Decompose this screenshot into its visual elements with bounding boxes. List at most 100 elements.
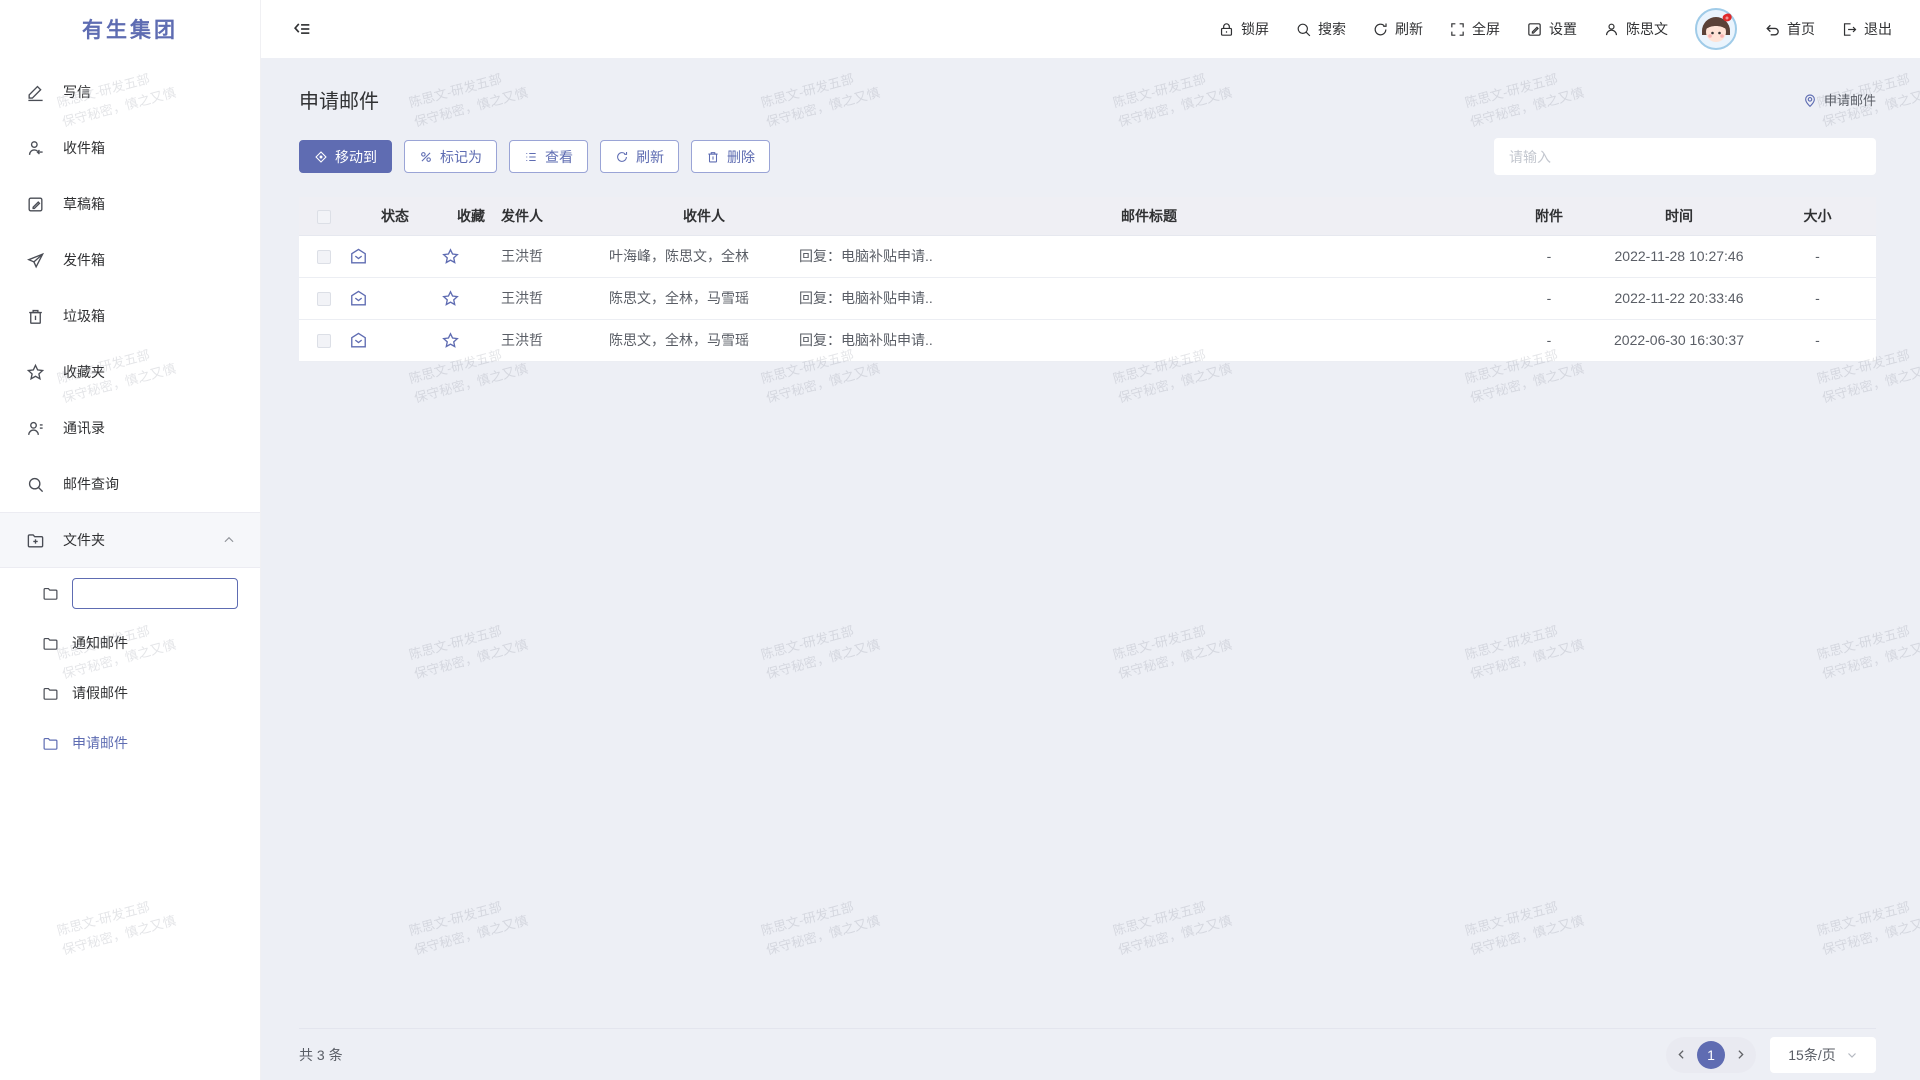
search-icon	[1295, 21, 1312, 38]
cell-sender: 王洪哲	[501, 235, 609, 277]
star-icon[interactable]	[441, 247, 460, 266]
location-pin-icon	[1802, 92, 1818, 108]
page-size-select[interactable]: 15条/页	[1770, 1037, 1876, 1073]
global-search-button[interactable]: 搜索	[1295, 19, 1346, 39]
location-breadcrumb[interactable]: 申请邮件	[1802, 90, 1876, 109]
contacts-icon	[26, 419, 45, 438]
page-number[interactable]: 1	[1697, 1041, 1725, 1069]
settings-label: 设置	[1549, 19, 1577, 39]
delete-button[interactable]: 删除	[691, 140, 770, 173]
star-icon[interactable]	[441, 289, 460, 308]
sidebar-item-contacts[interactable]: 通讯录	[0, 400, 260, 456]
table-row[interactable]: 王洪哲 陈思文，全林，马雪瑶 回复：电脑补贴申请.. - 2022-11-22 …	[299, 277, 1876, 319]
sidebar-item-sent[interactable]: 发件箱	[0, 232, 260, 288]
chevron-up-icon[interactable]	[222, 533, 236, 547]
sidebar-item-drafts[interactable]: 草稿箱	[0, 176, 260, 232]
mail-read-icon	[349, 289, 368, 308]
sidebar-item-trash[interactable]: 垃圾箱	[0, 288, 260, 344]
trash-icon	[706, 150, 720, 164]
inbox-person-icon	[26, 139, 45, 158]
settings-button[interactable]: 设置	[1526, 19, 1577, 39]
row-checkbox[interactable]	[317, 292, 331, 306]
settings-icon	[1526, 21, 1543, 38]
cell-recipients: 陈思文，全林，马雪瑶	[609, 319, 799, 361]
list-icon	[524, 150, 538, 164]
cell-size: -	[1759, 319, 1876, 361]
home-back-icon	[1764, 21, 1781, 38]
topbar-actions: 锁屏 搜索 刷新 全屏 设置	[1218, 7, 1892, 51]
sidebar-item-label: 邮件查询	[63, 474, 119, 494]
subfolder-item-application[interactable]: 申请邮件	[0, 718, 260, 768]
sidebar-item-compose[interactable]: 写信	[0, 64, 260, 120]
app-root: 有生集团 写信 收件箱 草稿箱 发件箱 垃圾箱	[0, 0, 1920, 1080]
table-row[interactable]: 王洪哲 陈思文，全林，马雪瑶 回复：电脑补贴申请.. - 2022-06-30 …	[299, 319, 1876, 361]
lock-screen-button[interactable]: 锁屏	[1218, 19, 1269, 39]
move-to-button[interactable]: 移动到	[299, 140, 392, 173]
page-size-value: 15条/页	[1788, 1045, 1835, 1065]
mail-read-icon	[349, 247, 368, 266]
prev-page-icon[interactable]	[1675, 1048, 1688, 1061]
select-all-checkbox[interactable]	[317, 210, 331, 224]
sidebar-item-favorites[interactable]: 收藏夹	[0, 344, 260, 400]
col-favorite: 收藏	[441, 197, 501, 235]
sidebar-item-folders[interactable]: 文件夹	[0, 512, 260, 568]
mark-as-button[interactable]: 标记为	[404, 140, 497, 173]
refresh-list-button[interactable]: 刷新	[600, 140, 679, 173]
sidebar-item-label: 收件箱	[63, 138, 105, 158]
sidebar-item-mail-search[interactable]: 邮件查询	[0, 456, 260, 512]
cell-size: -	[1759, 235, 1876, 277]
sidebar: 有生集团 写信 收件箱 草稿箱 发件箱 垃圾箱	[0, 0, 261, 1080]
logout-icon	[1841, 21, 1858, 38]
folder-icon	[42, 635, 59, 652]
sidebar-item-label: 文件夹	[63, 530, 105, 550]
refresh-button[interactable]: 刷新	[1372, 19, 1423, 39]
cell-subject[interactable]: 回复：电脑补贴申请..	[799, 319, 1499, 361]
folder-plus-icon	[26, 531, 45, 550]
next-page-icon[interactable]	[1734, 1048, 1747, 1061]
cell-time: 2022-06-30 16:30:37	[1599, 319, 1759, 361]
row-checkbox[interactable]	[317, 334, 331, 348]
view-button[interactable]: 查看	[509, 140, 588, 173]
fullscreen-label: 全屏	[1472, 19, 1500, 39]
cell-subject[interactable]: 回复：电脑补贴申请..	[799, 235, 1499, 277]
home-button[interactable]: 首页	[1764, 19, 1815, 39]
search-icon	[26, 475, 45, 494]
sidebar-item-label: 发件箱	[63, 250, 105, 270]
sidebar-item-label: 收藏夹	[63, 362, 105, 382]
star-icon[interactable]	[441, 331, 460, 350]
table-row[interactable]: 王洪哲 叶海峰，陈思文，全林 回复：电脑补贴申请.. - 2022-11-28 …	[299, 235, 1876, 277]
sidebar-menu: 写信 收件箱 草稿箱 发件箱 垃圾箱 收藏夹	[0, 64, 260, 768]
refresh-icon	[615, 150, 629, 164]
topbar: 锁屏 搜索 刷新 全屏 设置	[261, 0, 1920, 58]
fullscreen-button[interactable]: 全屏	[1449, 19, 1500, 39]
chevron-down-icon	[1846, 1049, 1858, 1061]
refresh-label: 刷新	[1395, 19, 1423, 39]
subfolder-item-notice[interactable]: 通知邮件	[0, 618, 260, 668]
cell-attachment: -	[1499, 319, 1599, 361]
pencil-icon	[26, 83, 45, 102]
row-checkbox[interactable]	[317, 250, 331, 264]
subfolder-label: 申请邮件	[72, 733, 128, 753]
fullscreen-icon	[1449, 21, 1466, 38]
current-user-label: 陈思文	[1626, 19, 1668, 39]
avatar[interactable]	[1694, 7, 1738, 51]
sidebar-item-inbox[interactable]: 收件箱	[0, 120, 260, 176]
subfolder-new-editing	[0, 568, 260, 618]
current-user-button[interactable]: 陈思文	[1603, 19, 1668, 39]
subfolder-label: 通知邮件	[72, 633, 128, 653]
table-search-input[interactable]	[1494, 138, 1876, 175]
folder-name-input[interactable]	[72, 578, 238, 609]
folder-icon	[42, 685, 59, 702]
global-search-label: 搜索	[1318, 19, 1346, 39]
content-area: 申请邮件 申请邮件 移动到 标记为 查看	[261, 58, 1920, 1080]
cell-subject[interactable]: 回复：电脑补贴申请..	[799, 277, 1499, 319]
mail-read-icon	[349, 331, 368, 350]
cell-time: 2022-11-28 10:27:46	[1599, 235, 1759, 277]
move-to-label: 移动到	[335, 147, 377, 167]
collapse-sidebar-icon[interactable]	[291, 18, 313, 40]
subfolder-item-leave[interactable]: 请假邮件	[0, 668, 260, 718]
col-status: 状态	[349, 197, 441, 235]
subfolder-list: 通知邮件 请假邮件 申请邮件	[0, 568, 260, 768]
total-count: 共 3 条	[299, 1045, 343, 1065]
logout-button[interactable]: 退出	[1841, 19, 1892, 39]
